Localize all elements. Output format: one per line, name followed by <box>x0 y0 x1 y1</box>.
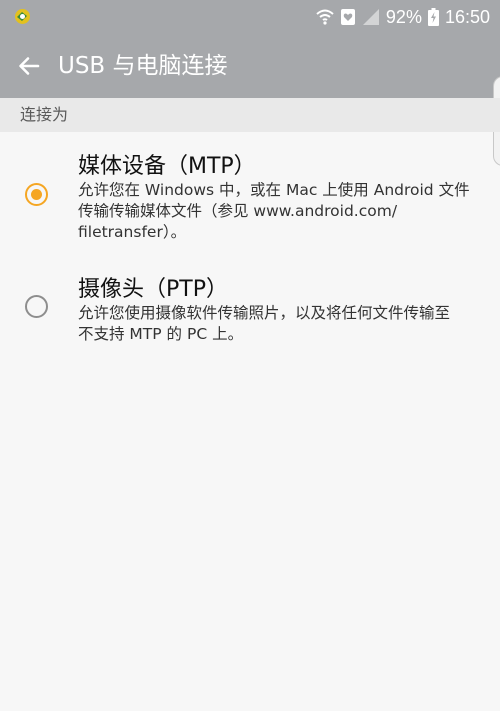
toolbar: USB 与电脑连接 <box>0 34 500 98</box>
status-bar: 92% 16:50 <box>0 0 500 34</box>
wifi-icon <box>316 9 334 25</box>
usb-connection-screen: 92% 16:50 USB 与电脑连接 连接为 媒体设备（MTP） 允许您在 W… <box>0 0 500 711</box>
option-camera-ptp[interactable]: 摄像头（PTP） 允许您使用摄像软件传输照片，以及将任何文件传输至 不支持 MT… <box>0 262 500 352</box>
option-description-line: 允许您在 Windows 中，或在 Mac 上使用 Android 文件 <box>78 181 470 199</box>
option-title: 媒体设备（MTP） <box>78 154 256 179</box>
arrow-left-icon[interactable] <box>14 51 44 81</box>
heart-rate-icon <box>340 9 355 25</box>
option-media-device-mtp[interactable]: 媒体设备（MTP） 允许您在 Windows 中，或在 Mac 上使用 Andr… <box>0 140 500 245</box>
battery-percent: 92% <box>385 6 422 27</box>
signal-icon <box>362 9 379 25</box>
option-description-line: filetransfer）。 <box>78 223 187 241</box>
page-title: USB 与电脑连接 <box>58 53 228 79</box>
option-description-line: 传输传输媒体文件（参见 www.android.com/ <box>78 202 398 220</box>
status-icons: 92% 16:50 <box>316 0 490 34</box>
section-label: 连接为 <box>20 105 69 124</box>
option-description: 允许您在 Windows 中，或在 Mac 上使用 Android 文件 传输传… <box>78 180 483 243</box>
section-header: 连接为 <box>0 98 500 132</box>
battery-charging-icon <box>427 8 439 26</box>
option-title: 摄像头（PTP） <box>78 277 228 302</box>
option-description-line: 不支持 MTP 的 PC 上。 <box>78 325 244 343</box>
app-notification-icon <box>15 9 30 24</box>
option-description: 允许您使用摄像软件传输照片，以及将任何文件传输至 不支持 MTP 的 PC 上。 <box>78 303 483 345</box>
radio-button-unchecked[interactable] <box>25 295 48 318</box>
radio-button-checked[interactable] <box>25 183 48 206</box>
option-description-line: 允许您使用摄像软件传输照片，以及将任何文件传输至 <box>78 304 451 322</box>
clock: 16:50 <box>444 6 490 27</box>
